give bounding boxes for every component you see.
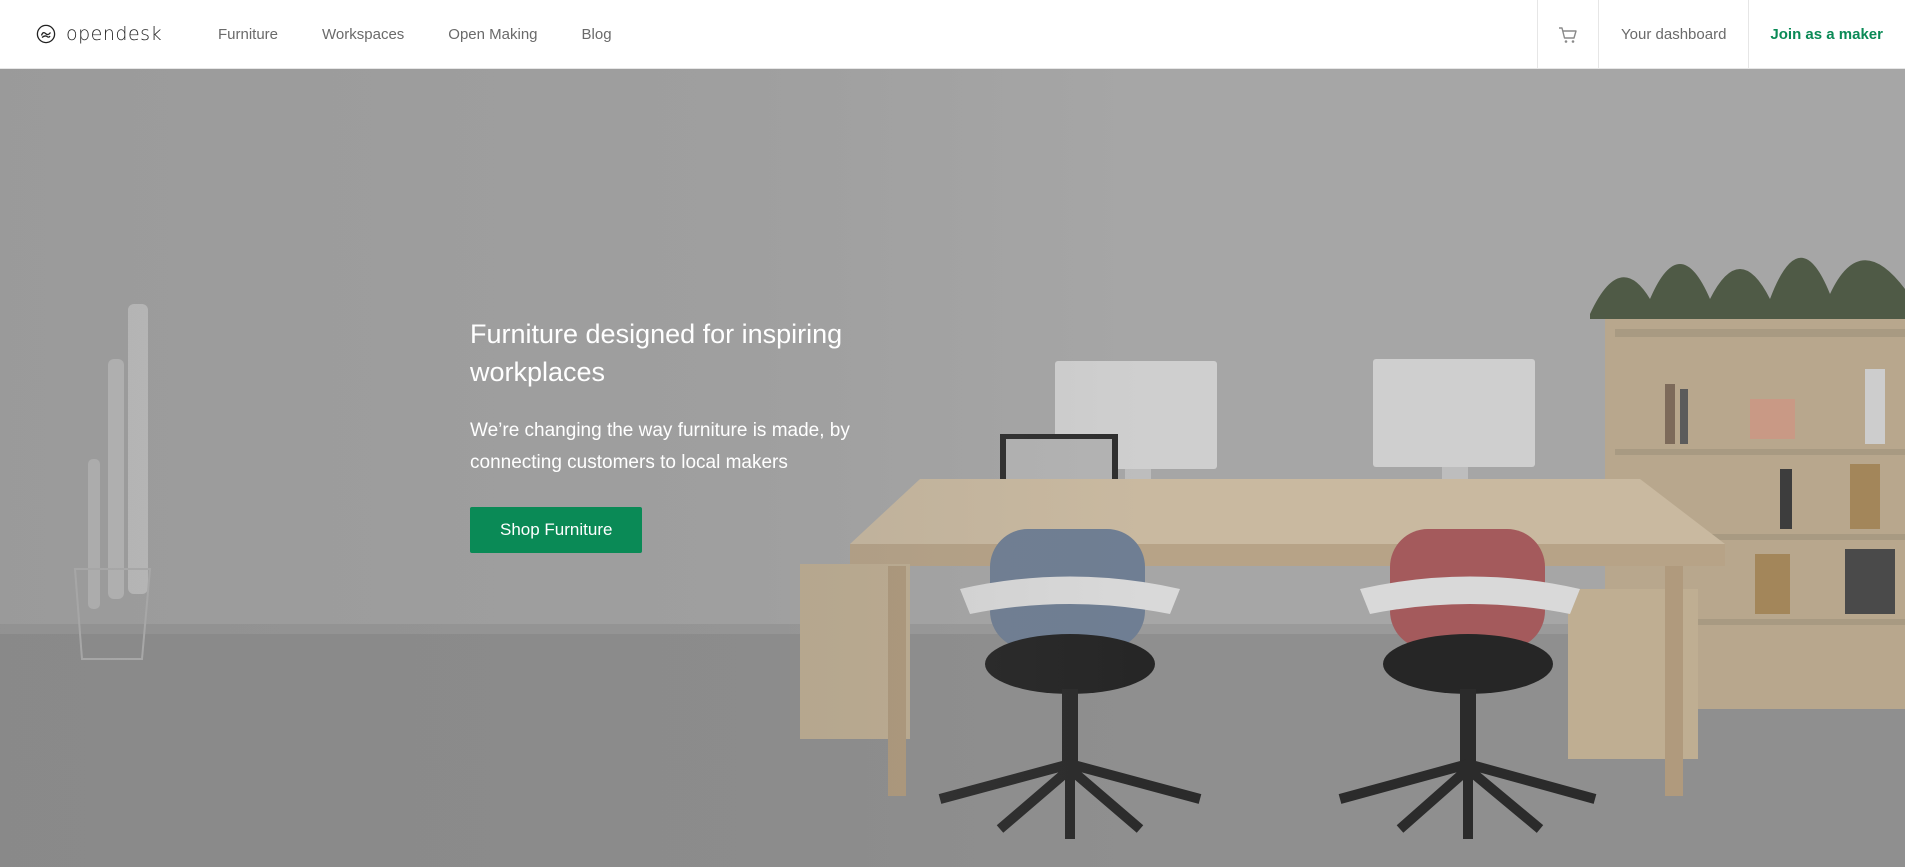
header-actions: Your dashboard Join as a maker	[1537, 0, 1905, 69]
nav-item-open-making[interactable]: Open Making	[448, 26, 537, 43]
hero-overlay	[0, 69, 1905, 867]
nav-item-blog[interactable]: Blog	[582, 26, 612, 43]
site-header: opendesk Furniture Workspaces Open Makin…	[0, 0, 1905, 69]
hero-subtitle: We’re changing the way furniture is made…	[470, 420, 850, 473]
nav-item-workspaces[interactable]: Workspaces	[322, 26, 404, 43]
cart-icon	[1559, 26, 1577, 43]
shop-furniture-button[interactable]: Shop Furniture	[470, 507, 643, 553]
main-nav: Furniture Workspaces Open Making Blog	[218, 0, 656, 69]
hero-title: Furniture designed for inspiring workpla…	[470, 319, 843, 387]
hero-section: Furniture designed for inspiring workpla…	[0, 69, 1905, 867]
your-dashboard-link[interactable]: Your dashboard	[1598, 0, 1748, 69]
nav-item-furniture[interactable]: Furniture	[218, 26, 278, 43]
cart-button[interactable]	[1537, 0, 1598, 69]
join-as-maker-link[interactable]: Join as a maker	[1748, 0, 1905, 69]
logo[interactable]: opendesk	[36, 22, 162, 46]
logo-text: opendesk	[66, 23, 163, 45]
hero-content: Furniture designed for inspiring workpla…	[470, 315, 850, 553]
opendesk-logo-icon	[36, 24, 56, 44]
